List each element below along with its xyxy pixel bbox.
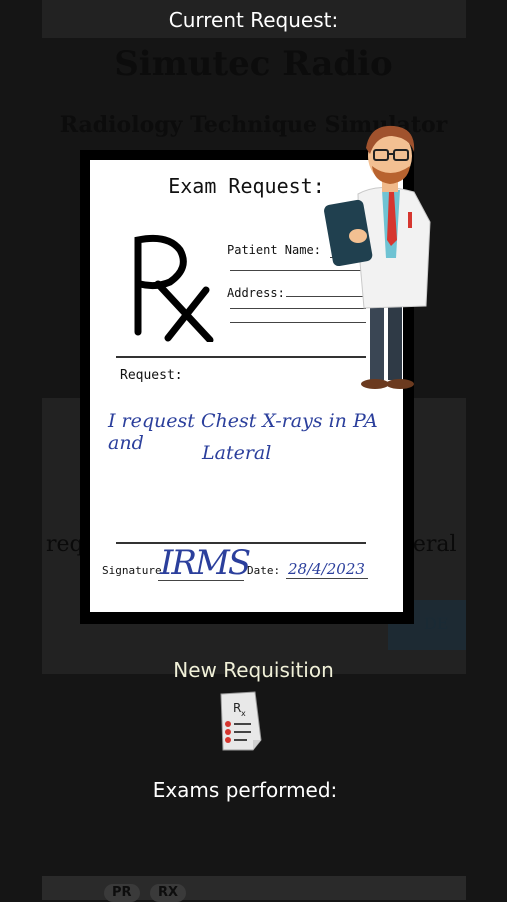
signature-line xyxy=(158,580,244,581)
new-requisition-label: New Requisition xyxy=(173,658,334,682)
prescription-clipboard-icon[interactable]: R x xyxy=(217,690,263,752)
request-label: Request: xyxy=(120,368,183,383)
tab-rx[interactable]: RX xyxy=(150,884,187,902)
date-line xyxy=(286,578,368,579)
address-label: Address: xyxy=(227,286,285,300)
current-request-label: Current Request: xyxy=(168,8,339,32)
date-value: 28/4/2023 xyxy=(288,560,365,578)
svg-text:x: x xyxy=(241,709,246,718)
tab-pr[interactable]: PR xyxy=(104,884,140,902)
exams-performed-label: Exams performed: xyxy=(152,778,338,802)
signature-value: IRMS xyxy=(160,543,251,583)
doctor-illustration xyxy=(324,125,431,389)
date-label: Date: xyxy=(247,564,281,577)
rx-symbol-icon xyxy=(134,234,214,342)
background-button-label: DE xyxy=(424,614,449,633)
signature-label: Signature: xyxy=(102,564,169,577)
app-title: Simutec Radio xyxy=(114,44,393,84)
request-text-line-2: Lateral xyxy=(202,442,272,464)
patient-name-label: Patient Name: xyxy=(227,243,321,257)
background-fragment-left: req xyxy=(46,532,84,557)
